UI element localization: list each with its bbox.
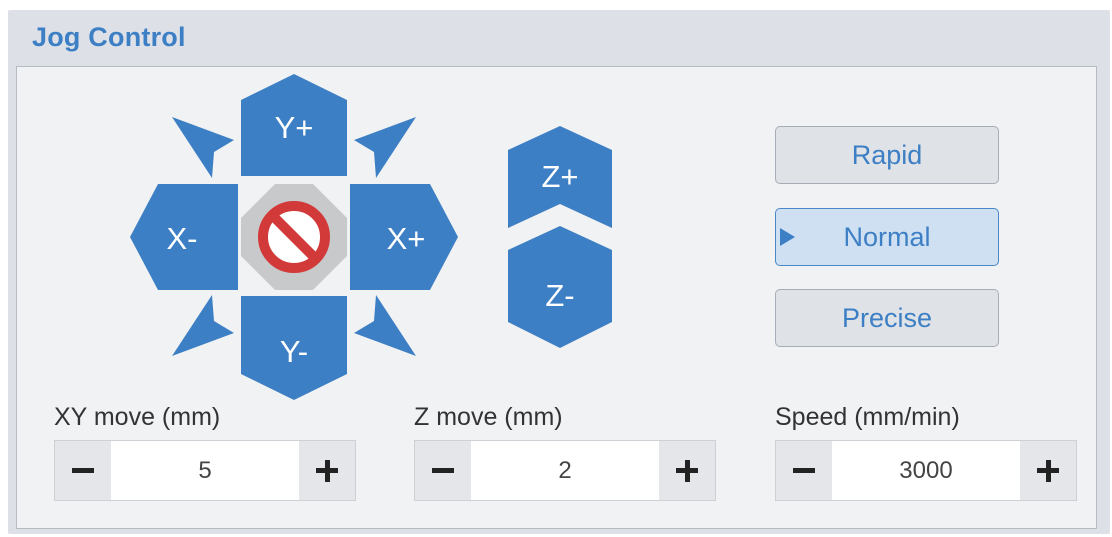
stop-prohibited-icon — [258, 201, 330, 273]
z-minus-button[interactable]: Z- — [508, 226, 612, 348]
xy-move-decrement-button[interactable] — [55, 441, 111, 500]
speed-label: Speed (mm/min) — [775, 403, 960, 431]
speed-decrement-button[interactable] — [776, 441, 832, 500]
diagonal-down-right-icon[interactable] — [354, 295, 416, 356]
xy-move-increment-button[interactable] — [299, 441, 355, 500]
speed-mode-precise-label: Precise — [841, 302, 933, 333]
x-plus-button[interactable]: X+ — [350, 184, 458, 290]
xy-move-stepper: 5 — [54, 440, 356, 501]
z-minus-label: Z- — [545, 278, 574, 313]
speed-value[interactable]: 3000 — [832, 441, 1020, 500]
z-move-stepper: 2 — [414, 440, 716, 501]
speed-mode-normal-label: Normal — [843, 221, 931, 252]
selected-indicator-icon — [780, 228, 795, 246]
speed-mode-rapid-label: Rapid — [851, 139, 923, 170]
x-plus-label: X+ — [387, 221, 426, 256]
x-minus-label: X- — [167, 221, 198, 256]
diagonal-up-right-icon[interactable] — [354, 117, 416, 178]
speed-increment-button[interactable] — [1020, 441, 1076, 500]
speed-mode-normal-button[interactable]: Normal — [775, 208, 999, 266]
y-minus-label: Y- — [280, 334, 308, 369]
xy-move-label: XY move (mm) — [54, 403, 221, 431]
x-minus-button[interactable]: X- — [130, 184, 238, 290]
z-plus-button[interactable]: Z+ — [508, 126, 612, 228]
y-plus-button[interactable]: Y+ — [241, 74, 347, 176]
y-minus-button[interactable]: Y- — [241, 296, 347, 400]
stop-button[interactable] — [241, 184, 347, 290]
y-plus-label: Y+ — [275, 110, 314, 145]
z-move-decrement-button[interactable] — [415, 441, 471, 500]
minus-icon — [72, 468, 94, 473]
z-move-value[interactable]: 2 — [471, 441, 659, 500]
speed-mode-rapid-button[interactable]: Rapid — [775, 126, 999, 184]
minus-icon — [432, 468, 454, 473]
diagonal-down-left-icon[interactable] — [172, 295, 234, 356]
speed-mode-precise-button[interactable]: Precise — [775, 289, 999, 347]
z-move-increment-button[interactable] — [659, 441, 715, 500]
z-plus-label: Z+ — [541, 159, 578, 194]
minus-icon — [793, 468, 815, 473]
xy-move-value[interactable]: 5 — [111, 441, 299, 500]
z-move-label: Z move (mm) — [414, 403, 563, 431]
speed-stepper: 3000 — [775, 440, 1077, 501]
diagonal-up-left-icon[interactable] — [172, 117, 234, 178]
